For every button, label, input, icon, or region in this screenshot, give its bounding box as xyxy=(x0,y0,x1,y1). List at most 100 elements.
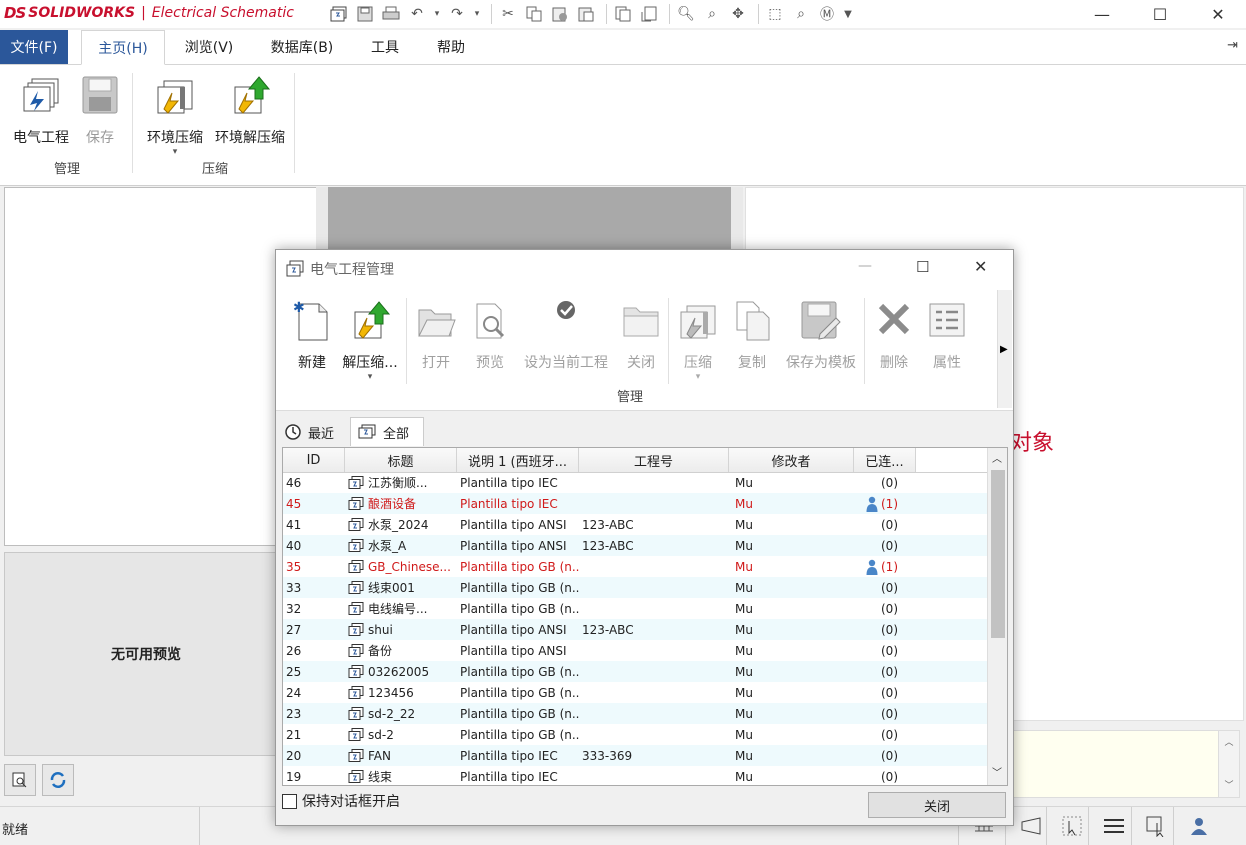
dialog-minimize-button[interactable]: — xyxy=(858,258,872,274)
table-row[interactable]: 23 sd-2_22 Plantilla tipo GB (n... Mu (0) xyxy=(283,703,987,724)
paste-special-icon[interactable] xyxy=(549,4,571,24)
table-row[interactable]: 40 水泵_A Plantilla tipo ANSI 123-ABC Mu (0) xyxy=(283,535,987,556)
zoom-window-icon[interactable]: ⌕ xyxy=(701,4,723,24)
preview-zoom-button[interactable] xyxy=(4,764,36,796)
table-row[interactable]: 41 水泵_2024 Plantilla tipo ANSI 123-ABC Mu (0) xyxy=(283,514,987,535)
scroll-up-icon[interactable]: ︿ xyxy=(1219,735,1239,748)
pin-ribbon-icon[interactable]: ⇥ xyxy=(1227,38,1238,53)
maximize-button[interactable]: ☐ xyxy=(1132,0,1188,28)
delete-button[interactable]: 删除 xyxy=(870,300,918,372)
undo-icon[interactable]: ↶ xyxy=(406,4,428,24)
table-row[interactable]: 45 酿酒设备 Plantilla tipo IEC Mu (1) xyxy=(283,493,987,514)
macro-icon[interactable]: Ⓜ xyxy=(816,4,838,24)
tab-home[interactable]: 主页(H) xyxy=(81,30,165,65)
column-header-modified-by[interactable]: 修改者 xyxy=(729,448,854,472)
chevron-down-icon[interactable]: ▾ xyxy=(472,4,482,24)
folder-icon xyxy=(623,307,659,337)
info-panel-scrollbar[interactable]: ︿ ﹀ xyxy=(1218,730,1240,798)
copy-icon[interactable] xyxy=(523,4,545,24)
new-project-button[interactable]: ✱ 新建 xyxy=(288,300,336,372)
table-row[interactable]: 21 sd-2 Plantilla tipo GB (n... Mu (0) xyxy=(283,724,987,745)
column-header-id[interactable]: ID xyxy=(283,448,345,472)
keep-open-checkbox[interactable]: 保持对话框开启 xyxy=(282,791,400,811)
chevron-down-icon[interactable]: ▾ xyxy=(432,4,442,24)
table-scrollbar[interactable]: ︿ ﹀ xyxy=(987,448,1007,785)
close-project-button[interactable]: 关闭 xyxy=(616,300,666,372)
cell-description: Plantilla tipo GB (n... xyxy=(460,706,579,721)
dialog-maximize-button[interactable]: ☐ xyxy=(916,258,929,276)
cut-icon[interactable]: ✂ xyxy=(497,4,519,24)
table-row[interactable]: 24 123456 Plantilla tipo GB (n... Mu (0) xyxy=(283,682,987,703)
save-button[interactable]: 保存 xyxy=(78,75,122,147)
scroll-thumb[interactable] xyxy=(991,470,1005,638)
table-row[interactable]: 32 电线编号... Plantilla tipo GB (n... Mu (0) xyxy=(283,598,987,619)
cell-connected: (0) xyxy=(854,623,916,637)
duplicate-icon[interactable] xyxy=(638,4,660,24)
table-row[interactable]: 33 线束001 Plantilla tipo GB (n... Mu (0) xyxy=(283,577,987,598)
column-header-connected[interactable]: 已连... xyxy=(854,448,916,472)
properties-button[interactable]: 属性 xyxy=(922,300,972,372)
preview-button[interactable]: 预览 xyxy=(464,300,516,372)
tab-tools[interactable]: 工具 xyxy=(356,30,414,64)
table-row[interactable]: 46 江苏衡顺... Plantilla tipo IEC Mu (0) xyxy=(283,472,987,493)
cell-connected-count: (0) xyxy=(881,685,898,700)
magnifier-page-icon xyxy=(12,772,27,788)
dialog-close-icon[interactable]: ✕ xyxy=(974,257,987,276)
close-dialog-button[interactable]: 关闭 xyxy=(868,792,1006,818)
redo-icon[interactable]: ↷ xyxy=(446,4,468,24)
group-label-manage: 管理 xyxy=(53,162,80,177)
print-icon[interactable] xyxy=(380,4,402,24)
tab-database[interactable]: 数据库(B) xyxy=(256,30,348,64)
users-icon[interactable] xyxy=(1173,807,1224,845)
copy-button[interactable]: 复制 xyxy=(726,300,778,372)
pan-icon[interactable]: ✥ xyxy=(727,4,749,24)
table-row[interactable]: 25 03262005 Plantilla tipo GB (n... Mu (0) xyxy=(283,661,987,682)
decompress-button[interactable]: 解压缩... ▾ xyxy=(340,300,400,382)
column-header-title[interactable]: 标题 xyxy=(345,448,457,472)
ribbon-expand-icon[interactable]: ▶ xyxy=(1000,344,1008,355)
subtab-all[interactable]: 全部 xyxy=(350,417,424,446)
subtab-recent[interactable]: 最近 xyxy=(284,419,348,445)
column-header-project-number[interactable]: 工程号 xyxy=(579,448,729,472)
table-header: ID 标题 说明 1 (西班牙... 工程号 修改者 已连... xyxy=(283,448,987,473)
tab-file[interactable]: 文件(F) xyxy=(0,30,68,64)
env-compress-button[interactable]: 环境压缩 ▾ xyxy=(142,75,208,157)
table-row[interactable]: 35 GB_Chinese... Plantilla tipo GB (n... Mu… xyxy=(283,556,987,577)
tab-browse[interactable]: 浏览(V) xyxy=(170,30,248,64)
close-window-button[interactable]: ✕ xyxy=(1190,0,1246,28)
table-row[interactable]: 27 shui Plantilla tipo ANSI 123-ABC Mu (0) xyxy=(283,619,987,640)
table-row[interactable]: 19 线束 Plantilla tipo IEC Mu (0) xyxy=(283,766,987,785)
column-header-description[interactable]: 说明 1 (西班牙... xyxy=(457,448,579,472)
copy-page-icon[interactable] xyxy=(612,4,634,24)
scroll-down-icon[interactable]: ﹀ xyxy=(1219,778,1239,791)
ribbon-tabs: 文件(F) 主页(H) 浏览(V) 数据库(B) 工具 帮助 ⇥ xyxy=(0,30,1246,65)
set-current-button[interactable]: 设为当前工程 xyxy=(518,300,614,372)
scroll-up-icon[interactable]: ︿ xyxy=(992,450,1002,465)
refresh-button[interactable] xyxy=(42,764,74,796)
paste-icon[interactable] xyxy=(575,4,597,24)
cell-connected-count: (0) xyxy=(881,580,898,595)
table-row[interactable]: 26 备份 Plantilla tipo ANSI Mu (0) xyxy=(283,640,987,661)
minimize-button[interactable]: — xyxy=(1074,0,1130,28)
cell-title-text: 线束001 xyxy=(368,581,415,595)
project-icon[interactable] xyxy=(328,4,350,24)
cell-connected-count: (0) xyxy=(881,538,898,553)
tab-help[interactable]: 帮助 xyxy=(422,30,480,64)
center-viewport xyxy=(328,187,731,257)
open-button[interactable]: 打开 xyxy=(412,300,460,372)
zoom-icon[interactable]: 🔍︎ xyxy=(675,4,697,24)
scroll-down-icon[interactable]: ﹀ xyxy=(992,764,1002,779)
checkbox-box[interactable] xyxy=(282,793,297,809)
env-decompress-button[interactable]: 环境解压缩 xyxy=(210,75,290,147)
cell-connected-count: (0) xyxy=(881,706,898,721)
save-icon[interactable] xyxy=(354,4,376,24)
search-icon[interactable]: ⌕ xyxy=(790,4,812,24)
save-as-template-button[interactable]: 保存为模板 xyxy=(780,300,862,372)
electrical-project-button[interactable]: 电气工程 xyxy=(8,75,74,147)
save-label: 保存 xyxy=(86,130,114,146)
title-bar: DS SOLIDWORKS | Electrical Schematic ↶ ▾… xyxy=(0,0,1246,28)
compress-button[interactable]: 压缩 ▾ xyxy=(674,300,722,382)
table-row[interactable]: 20 FAN Plantilla tipo IEC 333-369 Mu (0) xyxy=(283,745,987,766)
customize-dropdown-icon[interactable]: ▼ xyxy=(842,4,854,24)
select-icon[interactable]: ⬚ xyxy=(764,4,786,24)
